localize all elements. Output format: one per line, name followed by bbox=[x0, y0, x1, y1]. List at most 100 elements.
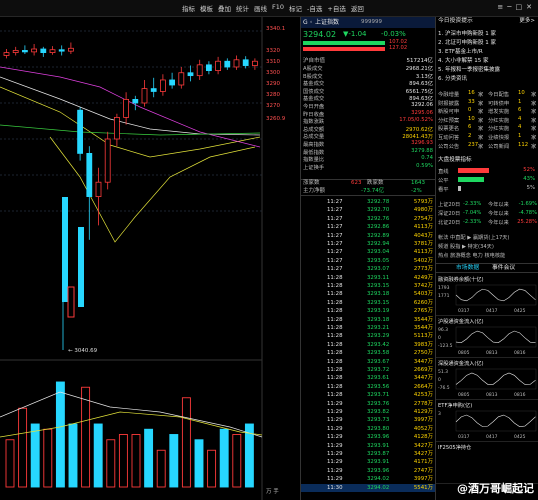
quote-row: 今日开盘 3292.06 bbox=[301, 101, 435, 110]
minimize-icon[interactable]: ─ bbox=[507, 3, 511, 11]
event-stat-count: 10 bbox=[468, 115, 475, 122]
toolbar-item-stats[interactable]: 统计 bbox=[236, 3, 249, 13]
price-axis-extra: 3260.9 bbox=[266, 116, 286, 122]
toolbar-item-template[interactable]: 模板 bbox=[200, 3, 213, 13]
buy-bar bbox=[303, 41, 385, 45]
tick-price: 3293.15 bbox=[367, 283, 390, 289]
volume-bar bbox=[219, 428, 229, 488]
volume-bar bbox=[106, 439, 116, 488]
tick-time: 11:28 bbox=[327, 291, 343, 298]
tick-price: 3293.11 bbox=[367, 274, 390, 281]
mini-chart-plot: 51.3 0 -76.5 0805 0813 0816 bbox=[438, 368, 537, 398]
candle-body bbox=[178, 72, 185, 86]
news-header: 今日投资提示 bbox=[438, 18, 473, 24]
candle-body bbox=[141, 88, 148, 104]
kline-chart[interactable]: 3320 3310 3300 3290 3280 3270 3340.1 3260.9 ← 30… bbox=[0, 17, 300, 500]
tick-time: 11:27 bbox=[327, 232, 343, 239]
news-more-link[interactable]: 更多> bbox=[519, 18, 535, 25]
toolbar-item-mark[interactable]: 标记 bbox=[289, 3, 302, 13]
tick-volume: 2773万 bbox=[413, 266, 433, 273]
toolbar-item-remove-fav[interactable]: -自选 bbox=[307, 3, 322, 13]
candle-body bbox=[196, 64, 203, 77]
kline-chart-panel[interactable]: 3320 3310 3300 3290 3280 3270 3340.1 3260.9 ← 30… bbox=[0, 17, 300, 500]
tick-price: 3292.89 bbox=[367, 232, 390, 239]
tick-volume: 5402万 bbox=[413, 257, 433, 264]
event-stat-unit: 家 bbox=[531, 126, 537, 133]
toolbar-item-add-fav[interactable]: +自选 bbox=[327, 3, 345, 13]
tick-price: 3293.87 bbox=[367, 451, 390, 457]
tick-volume: 4043万 bbox=[413, 232, 433, 239]
mini-chart-line bbox=[455, 414, 536, 427]
topic-line-3[interactable]: 热点 旅游概念 电力 核电核能 bbox=[438, 253, 505, 259]
tick-price: 3293.21 bbox=[367, 325, 390, 331]
mini-chart-frame bbox=[455, 284, 537, 306]
tick-row: 11:28 3293.58 2750万 bbox=[301, 349, 435, 357]
toolbar-item-overlay[interactable]: 叠加 bbox=[218, 3, 231, 13]
mini-chart-xlabel: 0425 bbox=[514, 434, 526, 440]
tick-price: 3293.15 bbox=[367, 299, 390, 306]
breadth-bar bbox=[458, 168, 489, 173]
menu-icon[interactable]: ≡ bbox=[497, 3, 503, 11]
price-axis-top: 3340.1 bbox=[266, 26, 285, 32]
toolbar-item-f10[interactable]: F10 bbox=[272, 3, 284, 13]
candle-body bbox=[123, 99, 129, 118]
volume-bar bbox=[194, 439, 204, 488]
sell-bar-value: 127.02 bbox=[389, 45, 408, 51]
tick-time: 11:27 bbox=[327, 207, 343, 214]
volume-bar bbox=[93, 423, 103, 488]
mini-chart-plot bbox=[436, 451, 538, 483]
tick-volume: 4249万 bbox=[413, 274, 433, 281]
info-panel: 今日投资提示 更多> 1. 沪深市申购新股 1 家 2. 北证可申购新股 1 家 3… bbox=[435, 17, 538, 500]
tick-row: 11:28 3293.71 4253万 bbox=[301, 391, 435, 399]
tick-row: 11:29 3293.96 2747万 bbox=[301, 467, 435, 475]
toolbar-item-indicator[interactable]: 指标 bbox=[182, 3, 195, 13]
price-axis-label: 3270 bbox=[266, 103, 280, 109]
tick-list[interactable]: 11:27 3292.78 5793万 11:27 3292.70 4980万 11:27 3… bbox=[301, 198, 435, 498]
breadth-row: 直线 52% bbox=[436, 167, 538, 175]
tick-row: 11:28 3293.21 3544万 bbox=[301, 324, 435, 332]
tick-price: 3293.42 bbox=[367, 341, 390, 348]
candle-body bbox=[251, 60, 258, 66]
tick-price: 3293.96 bbox=[367, 467, 390, 474]
mini-chart-title: 沪股通资金流入(亿) bbox=[438, 319, 484, 325]
tab-market-data[interactable]: 市场数据 bbox=[456, 265, 479, 272]
down-count: 1643 bbox=[411, 180, 425, 186]
mini-chart: IF2505净持仓 bbox=[436, 443, 538, 484]
quote-row-value: 3296.93 bbox=[411, 140, 433, 146]
candle-body bbox=[12, 50, 19, 53]
topic-line-1[interactable]: 帐法 中直配 ▶ 赢期货(上17天) bbox=[438, 235, 509, 241]
candle-body bbox=[169, 79, 176, 86]
maximize-icon[interactable]: □ bbox=[516, 3, 523, 11]
breadth-row: 公平 43% bbox=[436, 176, 538, 184]
main-fund-label: 主力净额 bbox=[303, 188, 326, 194]
candle-body bbox=[95, 181, 102, 197]
event-stat-row: 分红预案 10 家分红实施 4 家 bbox=[436, 116, 538, 124]
price-axis-label: 3300 bbox=[266, 70, 280, 76]
quote-panel: G ◦ 上证指数 999999 3294.02 ▼-1.04 -0.03% 10… bbox=[300, 17, 435, 500]
mini-chart: 沪股通资金流入(亿) 96.3 0 -123.5 0805 0813 0816 bbox=[436, 317, 538, 358]
tick-volume: 3447万 bbox=[413, 375, 433, 382]
event-stat-unit: 家 bbox=[531, 100, 537, 107]
tick-time: 11:27 bbox=[327, 224, 343, 231]
mini-chart-plot: 1793 1771 0317 0417 0425 bbox=[438, 284, 537, 314]
tick-time: 11:29 bbox=[327, 459, 343, 466]
tick-row: 11:28 3293.42 3983万 bbox=[301, 341, 435, 349]
event-stat-label: 增发实施 bbox=[488, 109, 510, 116]
tab-events[interactable]: 事件会议 bbox=[492, 265, 515, 272]
tick-volume: 5113万 bbox=[413, 333, 433, 340]
breadth-pct: 43% bbox=[523, 176, 535, 182]
volume-bar bbox=[232, 434, 242, 488]
mini-chart-frame bbox=[455, 410, 537, 432]
mini-chart-xlabel: 0813 bbox=[486, 392, 498, 398]
toolbar-item-back[interactable]: 返回 bbox=[351, 3, 364, 13]
news-item: 2. 北证可申购新股 1 家 bbox=[438, 40, 496, 46]
candle-body bbox=[159, 79, 166, 92]
tick-price: 3293.04 bbox=[367, 249, 390, 256]
tick-price: 3293.80 bbox=[367, 425, 390, 432]
news-item: 3. ETF基金上市/R bbox=[438, 49, 483, 55]
topic-line-2[interactable]: 频道 股指 ▶ 特定(34天) bbox=[438, 244, 494, 250]
toolbar-item-draw[interactable]: 画线 bbox=[254, 3, 267, 13]
close-icon[interactable]: ✕ bbox=[526, 3, 532, 11]
tick-price: 3293.05 bbox=[367, 257, 390, 264]
tick-price: 3293.82 bbox=[367, 409, 390, 415]
